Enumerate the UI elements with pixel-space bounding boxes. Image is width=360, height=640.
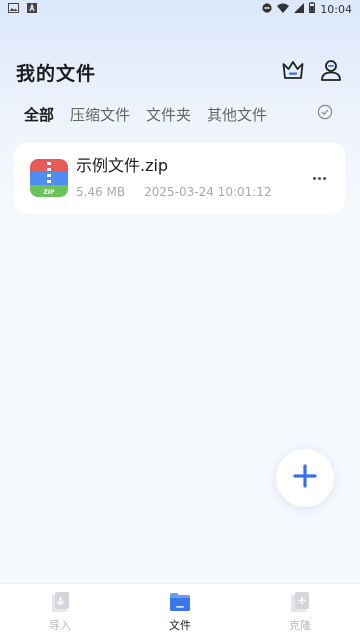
wifi-icon <box>277 3 290 16</box>
profile-button[interactable] <box>318 59 344 85</box>
add-file-button[interactable] <box>276 449 334 507</box>
more-options-button[interactable] <box>309 171 329 185</box>
tab-other[interactable]: 其他文件 <box>207 104 267 125</box>
file-date: 2025-03-24 10:01:12 <box>144 184 272 199</box>
tab-folders[interactable]: 文件夹 <box>146 104 191 125</box>
svg-text:ZIP: ZIP <box>44 189 56 196</box>
nav-clone-label: 克隆 <box>289 618 311 632</box>
battery-icon <box>309 2 316 16</box>
a-icon <box>27 2 37 16</box>
tab-compressed[interactable]: 压缩文件 <box>70 104 130 125</box>
more-dot <box>317 176 321 180</box>
vip-button[interactable] <box>280 59 306 85</box>
nav-import-label: 导入 <box>49 618 71 632</box>
signal-icon <box>294 2 305 16</box>
plus-icon <box>293 464 317 492</box>
nav-files[interactable]: 文件 <box>120 584 240 640</box>
status-bar: 10:04 <box>0 0 360 18</box>
folder-icon <box>168 590 192 614</box>
user-icon <box>319 58 343 86</box>
crown-icon <box>281 59 305 85</box>
nav-import[interactable]: 导入 <box>0 584 120 640</box>
nav-files-label: 文件 <box>169 618 191 632</box>
page-title: 我的文件 <box>16 62 97 85</box>
file-size: 5.46 MB <box>76 184 126 199</box>
import-icon <box>48 590 72 614</box>
more-dot <box>312 176 316 180</box>
status-time: 10:04 <box>320 2 352 16</box>
more-dot <box>322 176 326 180</box>
bottom-nav: 导入 文件 克隆 <box>0 583 360 640</box>
image-icon <box>8 2 19 16</box>
zip-file-icon: ZIP <box>30 159 68 197</box>
page-header: 我的文件 <box>16 56 344 88</box>
clone-icon <box>288 590 312 614</box>
file-name: 示例文件.zip <box>76 155 169 175</box>
tab-all[interactable]: 全部 <box>24 104 54 125</box>
list-item[interactable]: ZIP 示例文件.zip 5.46 MB 2025-03-24 10:01:12 <box>14 143 345 213</box>
select-button[interactable] <box>316 104 334 124</box>
do-not-disturb-icon <box>262 2 272 16</box>
nav-clone[interactable]: 克隆 <box>240 584 360 640</box>
filter-tabs: 全部 压缩文件 文件夹 其他文件 <box>24 102 336 126</box>
check-circle-icon <box>317 104 333 124</box>
